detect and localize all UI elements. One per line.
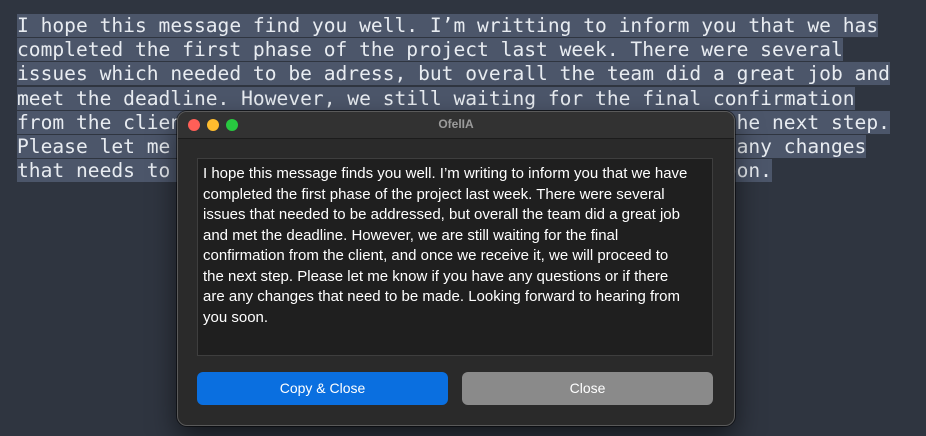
selected-text-line: I hope this message find you well. I’m w… <box>17 14 879 37</box>
selected-text-line: meet the deadline. However, we still wai… <box>17 86 855 110</box>
ofelia-dialog: OfelIA I hope this message finds you wel… <box>177 111 735 426</box>
close-button[interactable]: Close <box>462 372 713 405</box>
result-text-line: completed the first phase of the project… <box>203 185 665 203</box>
result-text-line: you soon. <box>203 308 269 326</box>
result-text-line: confirmation from the client, and once w… <box>203 247 669 264</box>
result-text-line: I hope this message finds you well. I’m … <box>203 165 688 182</box>
selected-text-line: issues which needed to be adress, but ov… <box>17 62 890 86</box>
result-text-area[interactable]: I hope this message finds you well. I’m … <box>197 158 713 356</box>
result-text-line: issues that needed to be addressed, but … <box>203 206 680 223</box>
title-bar[interactable]: OfelIA <box>178 112 734 139</box>
result-text-line: are any changes that need to be made. Lo… <box>203 288 680 305</box>
result-text-line: and met the deadline. However, we are st… <box>203 226 619 244</box>
result-text: I hope this message finds you well. I’m … <box>203 164 706 328</box>
copy-and-close-button[interactable]: Copy & Close <box>197 372 448 405</box>
window-title: OfelIA <box>438 117 474 131</box>
selected-text-line: completed the first phase of the project… <box>17 38 843 62</box>
result-text-line: the next step. Please let me know if you… <box>203 267 669 285</box>
